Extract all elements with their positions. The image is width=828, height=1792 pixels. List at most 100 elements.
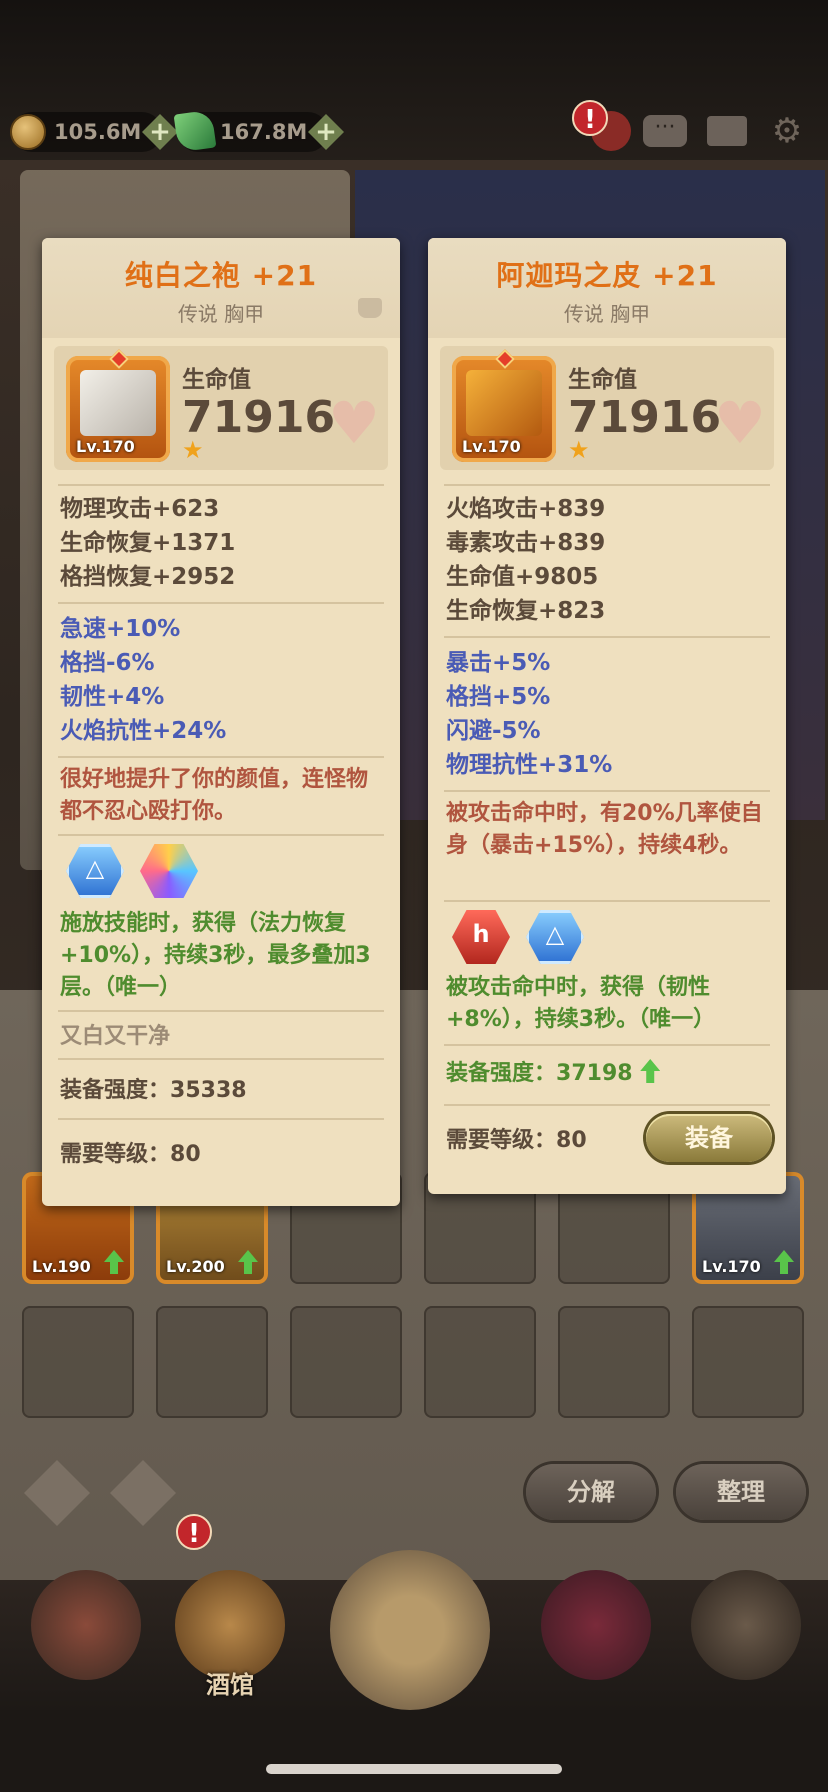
item-level: Lv.170: [462, 437, 521, 456]
chat-icon[interactable]: [642, 108, 688, 154]
power-label: 装备强度：: [60, 1078, 171, 1103]
required-level-row: 需要等级：80: [60, 1136, 382, 1168]
stat-line: 物理攻击+623: [60, 496, 220, 522]
stat-line: 暴击+5%: [446, 650, 551, 676]
main-stat-box: Lv.170 生命值 71916 ★ ♥: [440, 346, 774, 470]
required-level-label: 需要等级：: [446, 1128, 557, 1153]
inventory-empty-slot[interactable]: [290, 1306, 402, 1418]
star-icon: ★: [182, 436, 204, 464]
stat-line: 韧性+4%: [60, 684, 165, 710]
gem-effect-text: 被攻击命中时，获得（韧性+8%），持续3秒。（唯一）: [446, 975, 716, 1032]
required-level-value: 80: [556, 1128, 587, 1153]
heart-icon: ♥: [714, 389, 766, 457]
tavern-mug-icon: [175, 1570, 285, 1680]
item-level: Lv.170: [702, 1257, 761, 1276]
stat-line: 生命恢复+1371: [60, 530, 236, 556]
inventory-empty-slot[interactable]: [692, 1306, 804, 1418]
main-stat-box: Lv.170 生命值 71916 ★ ♥: [54, 346, 388, 470]
red-gem-icon: h: [452, 910, 510, 964]
effect-text: 很好地提升了你的颜值，连怪物都不忍心殴打你。: [60, 767, 369, 824]
item-subtitle: 传说 胸甲: [177, 302, 265, 326]
stat-line: 物理抗性+31%: [446, 752, 613, 778]
blue-gem-icon: △: [526, 910, 584, 964]
flavor-text: 又白又干净: [60, 1024, 171, 1049]
upgrade-arrow-icon: [104, 1250, 124, 1274]
inventory-empty-slot[interactable]: [558, 1306, 670, 1418]
bonus-stats: 暴击+5% 格挡+5% 闪避-5% 物理抗性+31%: [446, 646, 768, 782]
star-icon: ★: [568, 436, 590, 464]
house-icon: [31, 1570, 141, 1680]
nav-heroes[interactable]: [526, 1560, 666, 1710]
decompose-button[interactable]: 分解: [526, 1464, 656, 1520]
required-level-value: 80: [170, 1142, 201, 1167]
gem-value: 167.8M: [220, 120, 308, 144]
main-stat-value: 71916: [182, 392, 336, 443]
power-row: 装备强度：35338: [60, 1072, 382, 1104]
gem-counter: 167.8M +: [173, 109, 344, 153]
item-level: Lv.170: [76, 437, 135, 456]
effect-text: 被攻击命中时，有20%几率使自身（暴击+15%），持续4秒。: [446, 801, 763, 858]
nav-tavern[interactable]: 酒馆: [160, 1560, 300, 1710]
sort-button[interactable]: 整理: [676, 1464, 806, 1520]
power-value: 35338: [170, 1078, 247, 1103]
heart-icon: ♥: [328, 389, 380, 457]
gold-counter: 105.6M +: [10, 112, 178, 152]
stat-line: 格挡+5%: [446, 684, 551, 710]
nav-adventure[interactable]: [320, 1540, 500, 1710]
stat-line: 毒素攻击+839: [446, 530, 606, 556]
hero-alert-badge: !: [572, 100, 608, 136]
golden-armor-icon: [466, 370, 542, 436]
nav-home[interactable]: [16, 1560, 156, 1710]
stat-line: 火焰抗性+24%: [60, 718, 227, 744]
item-card-current: 纯白之袍 +21 传说 胸甲 Lv.170 生命值 71916 ★ ♥ 物理攻击…: [42, 238, 400, 1206]
stat-line: 闪避-5%: [446, 718, 541, 744]
gold-value: 105.6M: [54, 120, 142, 144]
white-robe-icon: [80, 370, 156, 436]
power-label: 装备强度：: [446, 1061, 557, 1086]
required-level-label: 需要等级：: [60, 1142, 171, 1167]
power-value: 37198: [556, 1061, 633, 1086]
mail-icon[interactable]: [704, 108, 750, 154]
upgrade-arrow-icon: [774, 1250, 794, 1274]
settings-icon[interactable]: ⚙: [764, 108, 810, 154]
home-indicator: [266, 1764, 562, 1774]
main-stat-value: 71916: [568, 392, 722, 443]
gem-effect-text: 施放技能时，获得（法力恢复+10%），持续3秒，最多叠加3层。（唯一）: [60, 911, 371, 1000]
stat-line: 格挡恢复+2952: [60, 564, 236, 590]
item-subtitle: 传说 胸甲: [563, 302, 651, 326]
helmet-icon: [541, 1570, 651, 1680]
forge-icon: [691, 1570, 801, 1680]
gold-coin-icon: [10, 114, 46, 150]
item-level: Lv.190: [32, 1257, 91, 1276]
base-stats: 火焰攻击+839 毒素攻击+839 生命值+9805 生命恢复+823: [446, 492, 768, 628]
stat-line: 生命恢复+823: [446, 598, 606, 624]
chest-armor-icon: [358, 298, 382, 318]
base-stats: 物理攻击+623 生命恢复+1371 格挡恢复+2952: [60, 492, 382, 594]
nav-forge[interactable]: [676, 1560, 816, 1710]
rainbow-gem-icon: [140, 844, 198, 898]
main-stat-label: 生命值: [182, 367, 251, 393]
power-row: 装备强度：37198: [446, 1058, 768, 1090]
inventory-empty-slot[interactable]: [22, 1306, 134, 1418]
tavern-label: 酒馆: [206, 1671, 254, 1699]
item-card-new: 阿迦玛之皮 +21 传说 胸甲 Lv.170 生命值 71916 ★ ♥ 火焰攻…: [428, 238, 786, 1194]
inventory-empty-slot[interactable]: [424, 1306, 536, 1418]
item-title: 纯白之袍 +21: [124, 259, 318, 292]
stat-line: 火焰攻击+839: [446, 496, 606, 522]
equip-button[interactable]: 装备: [646, 1114, 772, 1162]
stat-line: 生命值+9805: [446, 564, 599, 590]
item-level: Lv.200: [166, 1257, 225, 1276]
tavern-alert-badge: !: [176, 1514, 212, 1550]
adventure-portal-icon: [330, 1550, 490, 1710]
bonus-stats: 急速+10% 格挡-6% 韧性+4% 火焰抗性+24%: [60, 612, 382, 748]
main-stat-label: 生命值: [568, 367, 637, 393]
inventory-empty-slot[interactable]: [156, 1306, 268, 1418]
power-up-arrow-icon: [640, 1059, 661, 1083]
upgrade-arrow-icon: [238, 1250, 258, 1274]
stat-line: 急速+10%: [60, 616, 181, 642]
blue-gem-icon: △: [66, 844, 124, 898]
item-icon: Lv.170: [66, 349, 170, 462]
item-title: 阿迦玛之皮 +21: [496, 259, 718, 292]
stat-line: 格挡-6%: [60, 650, 155, 676]
item-icon: Lv.170: [452, 349, 556, 462]
